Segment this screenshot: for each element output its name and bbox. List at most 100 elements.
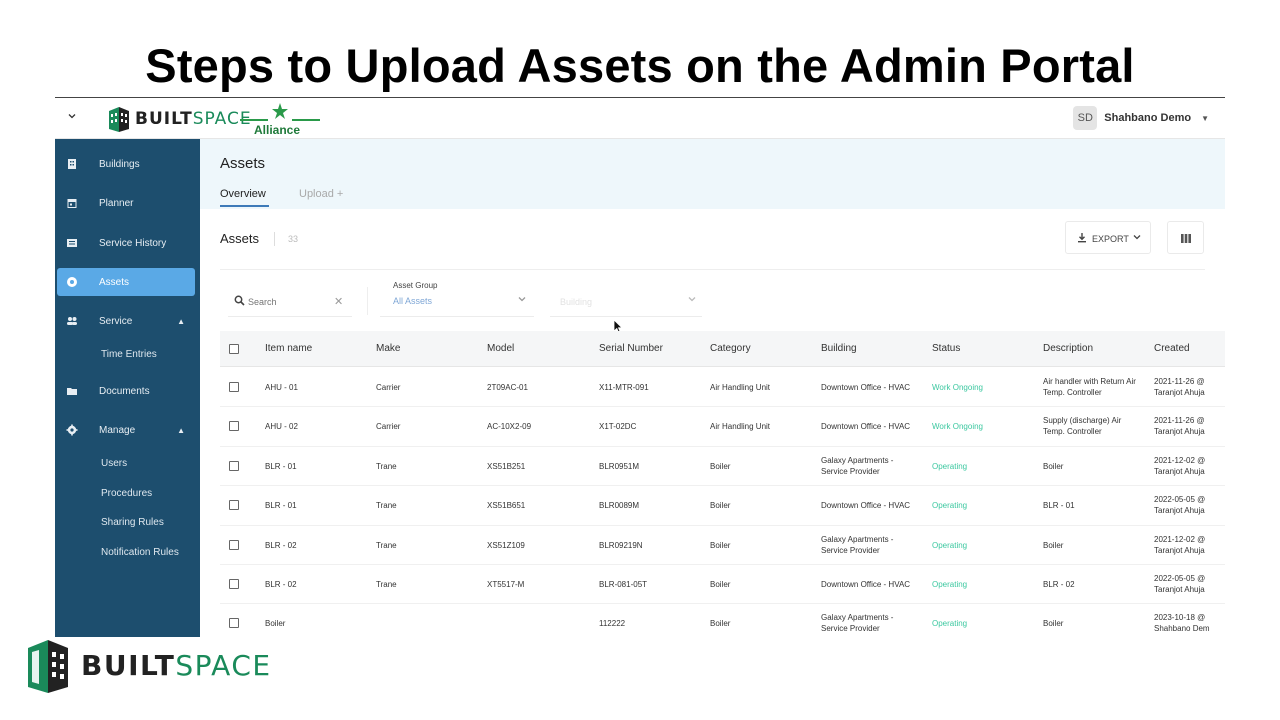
cell-item[interactable]: BLR - 01 [265, 461, 297, 472]
sidebar-item-service-history[interactable]: Service History [57, 229, 195, 257]
row-checkbox[interactable] [229, 618, 239, 629]
sidebar-subitem-users[interactable]: Users [101, 458, 127, 469]
footer-logo-bold: BUILT [81, 649, 176, 682]
table-row[interactable]: AHU - 02 Carrier AC-10X2-09 X1T-02DC Air Han… [220, 407, 1225, 447]
sidebar-item-label: Planner [99, 197, 134, 209]
cell-created: Taranjot Ahuja [1154, 466, 1205, 476]
avatar: SD [1073, 106, 1098, 130]
sidebar-subitem-time-entries[interactable]: Time Entries [101, 349, 157, 360]
sidebar-item-service[interactable]: Service ▲ [57, 307, 195, 335]
cell-created: 2021-11-26 @ [1154, 377, 1205, 386]
tab-overview[interactable]: Overview [220, 188, 269, 207]
sidebar-item-manage[interactable]: Manage ▲ [57, 416, 195, 444]
column-header[interactable]: Serial Number [599, 343, 663, 354]
cell-description: BLR - 01 [1043, 501, 1075, 511]
cell-building: Downtown Office - HVAC [821, 422, 911, 432]
table-row[interactable]: Boiler 112222 Boiler Galaxy Apartments - Ser… [220, 604, 1225, 637]
chevron-down-icon [1133, 233, 1141, 243]
chevron-down-icon[interactable] [67, 111, 79, 123]
cell-item[interactable]: Boiler [265, 618, 285, 629]
columns-button[interactable] [1167, 221, 1204, 254]
asset-group-value: All Assets [393, 296, 433, 306]
cell-category: Boiler [710, 619, 731, 629]
sidebar-subitem-procedures[interactable]: Procedures [101, 488, 152, 499]
people-icon [67, 317, 77, 325]
cell-model: XS51B251 [487, 461, 526, 471]
column-header[interactable]: Item name [265, 343, 312, 354]
column-header[interactable]: Category [710, 343, 751, 354]
clear-icon[interactable]: ✕ [334, 295, 343, 308]
history-icon [67, 239, 77, 247]
cell-created: 2023-10-18 @ [1154, 613, 1206, 623]
column-header[interactable]: Description [1043, 343, 1093, 354]
table-row[interactable]: BLR - 02 Trane XS51Z109 BLR09219N Boiler Gala… [220, 525, 1225, 565]
column-header[interactable]: Status [932, 343, 960, 354]
table-row[interactable]: AHU - 01 Carrier 2T09AC-01 X11-MTR-091 Air H… [220, 368, 1225, 408]
building-icon [68, 159, 76, 169]
sidebar-item-planner[interactable]: Planner [57, 189, 195, 217]
building-select[interactable]: Building [550, 287, 702, 317]
select-all-checkbox[interactable] [229, 344, 239, 354]
cell-description: Boiler [1043, 461, 1064, 471]
cell-created: 2021-12-02 @ [1154, 534, 1206, 544]
cell-category: Boiler [710, 580, 731, 589]
cell-serial: X11-MTR-091 [599, 383, 649, 392]
column-header[interactable]: Model [487, 343, 514, 354]
cell-building: Service Provider [821, 466, 880, 476]
search-input[interactable] [248, 297, 328, 307]
column-header[interactable]: Make [376, 343, 400, 354]
asset-group-select[interactable]: Asset Group All Assets [380, 277, 534, 317]
cell-description: Boiler [1043, 540, 1064, 550]
cell-item[interactable]: BLR - 02 [265, 579, 297, 590]
cell-model: XS51Z109 [487, 540, 525, 550]
page-header: Assets Overview Upload + [200, 139, 1225, 209]
user-menu[interactable]: SD Shahbano Demo ▼ [1073, 106, 1209, 130]
builtspace-logo[interactable]: BUILTSPACE [107, 104, 252, 134]
sidebar-item-documents[interactable]: Documents [57, 377, 195, 405]
cell-status: Work Ongoing [932, 422, 983, 432]
cell-item[interactable]: AHU - 02 [265, 421, 298, 432]
slide-title: Steps to Upload Assets on the Admin Port… [145, 39, 1135, 92]
sidebar-item-assets[interactable]: Assets [57, 268, 195, 296]
sidebar-subitem-notification-rules[interactable]: Notification Rules [101, 547, 179, 558]
row-checkbox[interactable] [229, 500, 239, 511]
cell-building: Galaxy Apartments - [821, 455, 894, 465]
sidebar-item-label: Manage [99, 424, 136, 436]
row-checkbox[interactable] [229, 539, 239, 550]
column-header[interactable]: Created [1154, 343, 1190, 354]
cell-building: Downtown Office - HVAC [821, 383, 911, 392]
cell-description: Temp. Controller [1043, 427, 1102, 437]
column-header[interactable]: Building [821, 343, 857, 354]
cell-serial: BLR0951M [599, 461, 640, 471]
row-checkbox[interactable] [229, 382, 239, 392]
sidebar-item-label: Buildings [99, 158, 140, 170]
table-row[interactable]: BLR - 01 Trane XS51B251 BLR0951M Boiler Galax… [220, 446, 1225, 487]
caret-down-icon: ▼ [1201, 113, 1209, 123]
cell-description: Air handler with Return Air [1043, 377, 1136, 386]
cell-item[interactable]: AHU - 01 [265, 382, 298, 393]
cell-category: Boiler [710, 461, 731, 471]
table-row[interactable]: BLR - 02 Trane XT5517-M BLR-081-05T Boiler Do… [220, 565, 1225, 605]
cell-item[interactable]: BLR - 01 [265, 500, 297, 511]
cell-serial: BLR09219N [599, 540, 643, 550]
asset-count: 33 [288, 234, 299, 244]
cell-category: Boiler [710, 501, 731, 511]
table-row[interactable]: BLR - 01 Trane XS51B651 BLR0089M Boiler Downt… [220, 486, 1225, 526]
row-checkbox[interactable] [229, 579, 239, 589]
cell-model: XT5517-M [487, 580, 525, 589]
tab-upload[interactable]: Upload + [299, 188, 343, 200]
cell-created: 2021-11-26 @ [1154, 416, 1205, 426]
search-field[interactable]: ✕ [228, 287, 352, 317]
export-button[interactable]: EXPORT [1065, 221, 1151, 254]
row-checkbox[interactable] [229, 421, 239, 432]
cell-model: AC-10X2-09 [487, 422, 532, 432]
sidebar-subitem-sharing-rules[interactable]: Sharing Rules [101, 517, 164, 528]
chevron-up-icon: ▲ [177, 316, 185, 326]
cell-make: Trane [376, 540, 397, 550]
divider [367, 287, 368, 315]
sidebar-item-label: Service [99, 315, 133, 327]
row-checkbox[interactable] [229, 460, 239, 471]
cell-created: Taranjot Ahuja [1154, 388, 1205, 397]
sidebar-item-buildings[interactable]: Buildings [57, 150, 195, 178]
cell-item[interactable]: BLR - 02 [265, 540, 297, 551]
